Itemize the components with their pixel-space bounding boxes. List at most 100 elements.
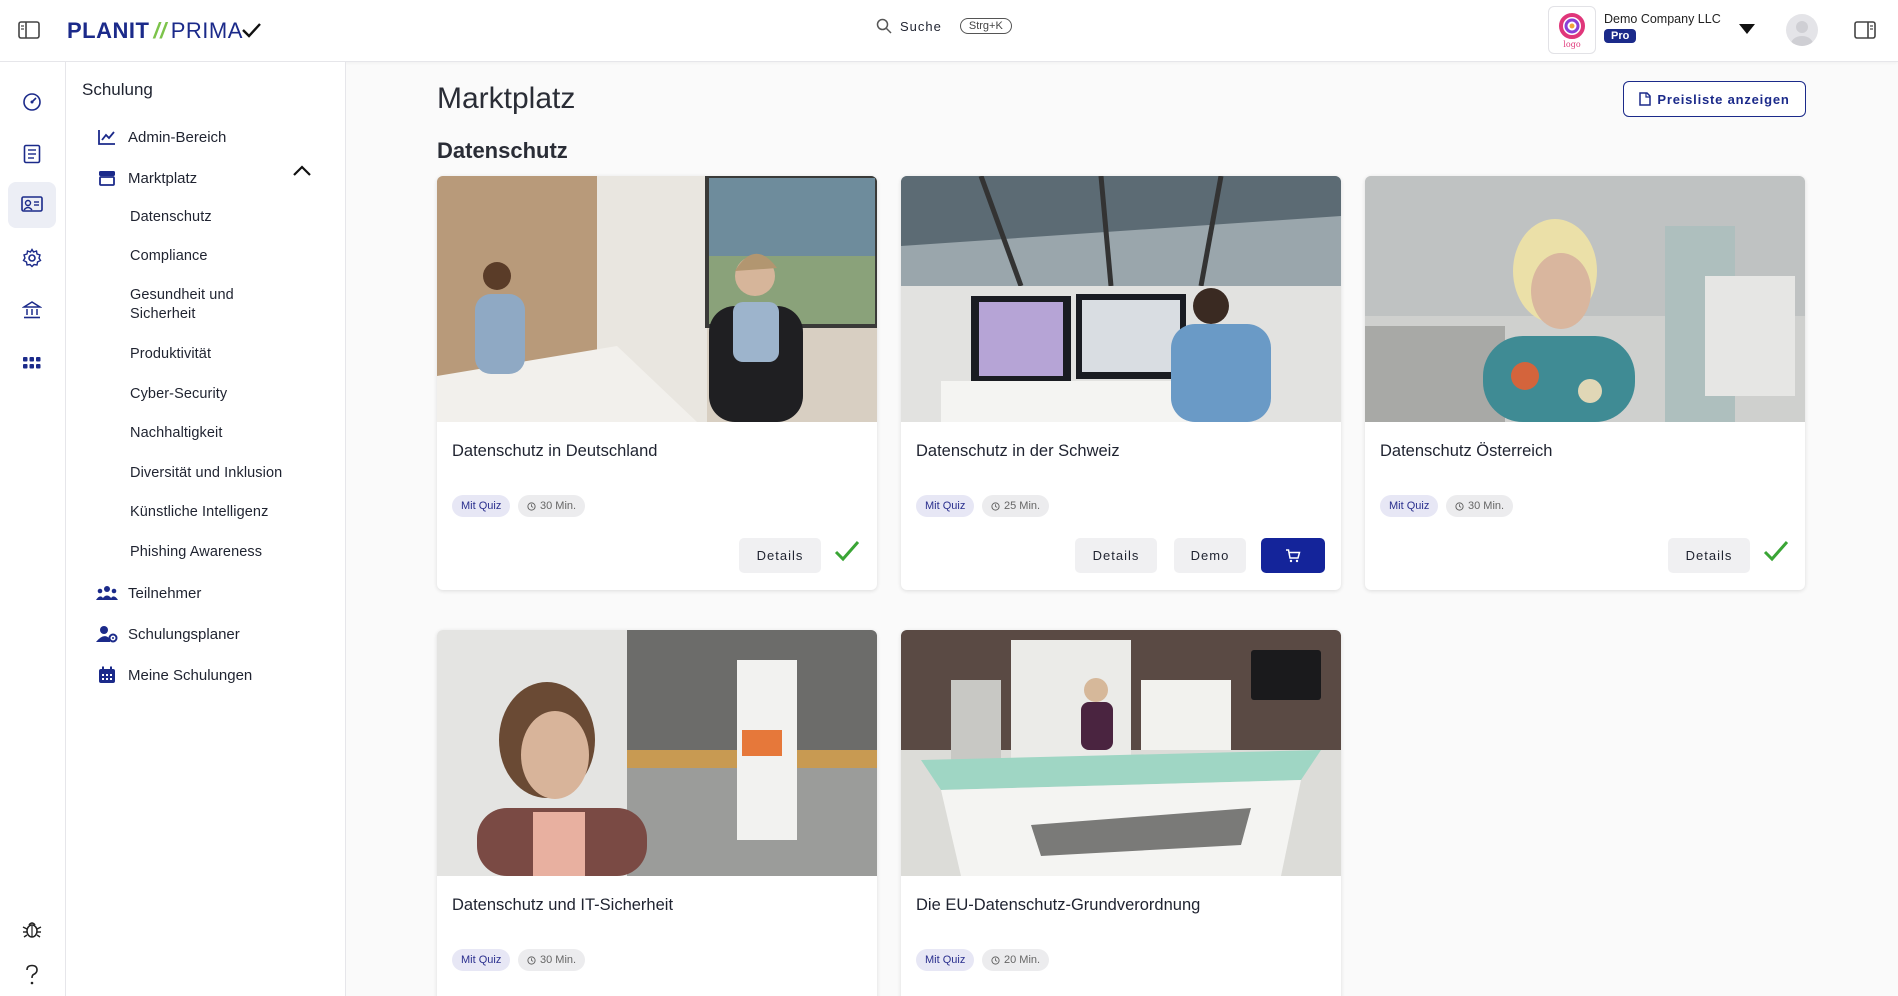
avatar[interactable] [1786,14,1818,46]
duration-text: 30 Min. [540,954,577,966]
chart-line-icon [96,126,118,148]
duration-badge: 30 Min. [518,495,586,517]
sidebar-item-admin[interactable]: Admin-Bereich [96,126,226,148]
demo-button[interactable]: Demo [1174,538,1246,573]
quiz-badge: Mit Quiz [452,949,511,971]
course-card[interactable]: Datenschutz in Deutschland Mit Quiz 30 M… [437,176,877,590]
store-icon [96,167,118,189]
chevron-up-icon[interactable] [292,164,312,182]
cart-icon [1286,548,1301,562]
bug-icon[interactable] [8,906,56,952]
duration-text: 30 Min. [1468,500,1505,512]
page-title: Marktplatz [437,82,576,115]
user-gear-icon [96,623,118,645]
course-image [901,176,1341,422]
company-logo: logo [1548,6,1596,54]
course-card[interactable]: Datenschutz Österreich Mit Quiz 30 Min. … [1365,176,1805,590]
details-button[interactable]: Details [739,538,821,573]
document-icon [1639,92,1652,106]
users-icon [96,582,118,604]
sidebar-subitem-health-safety[interactable]: Gesundheit und Sicherheit [130,286,270,324]
sidebar-subitem-ai[interactable]: Künstliche Intelligenz [130,503,330,522]
clock-icon [991,501,1000,511]
details-button[interactable]: Details [1075,538,1157,573]
institution-icon[interactable] [8,287,56,333]
sidebar-item-label: Meine Schulungen [128,666,253,684]
sidebar-item-label: Teilnehmer [128,584,202,602]
training-icon[interactable] [8,182,56,228]
company-name: Demo Company LLC [1604,12,1721,26]
details-button[interactable]: Details [1668,538,1750,573]
search-icon [876,18,892,34]
sidebar-subitem-datenschutz[interactable]: Datenschutz [130,208,330,227]
clock-icon [527,955,536,965]
help-icon[interactable] [8,952,56,996]
sidebar-item-label: Schulungsplaner [128,625,240,643]
brand-slash: // [153,18,167,43]
clock-icon [991,955,1000,965]
sidebar-subitem-cyber-security[interactable]: Cyber-Security [130,385,330,404]
course-image [437,176,877,422]
sidebar-item-planner[interactable]: Schulungsplaner [96,623,240,645]
brand-part1: PLANIT [67,18,150,43]
check-icon [238,17,264,43]
search-label: Suche [900,18,942,34]
company-switcher[interactable]: Demo Company LLC Pro [1604,12,1721,44]
course-card[interactable]: Datenschutz und IT-Sicherheit Mit Quiz 3… [437,630,877,996]
sidebar-title: Schulung [82,80,153,99]
duration-badge: 25 Min. [982,495,1050,517]
sidebar-item-label: Marktplatz [128,169,198,187]
search-bar[interactable]: Suche Strg+K [876,18,1012,34]
course-card[interactable]: Die EU-Datenschutz-Grundverordnung Mit Q… [901,630,1341,996]
search-shortcut-badge: Strg+K [959,18,1012,34]
quiz-badge: Mit Quiz [916,495,975,517]
quiz-badge: Mit Quiz [916,949,975,971]
sidebar-subitem-productivity[interactable]: Produktivität [130,345,330,364]
section-title: Datenschutz [437,138,568,163]
sidebar: Schulung Admin-Bereich Marktplatz Datens… [66,62,346,996]
clock-icon [527,501,536,511]
sidebar-subitem-phishing[interactable]: Phishing Awareness [130,543,330,562]
sidebar-toggle-icon[interactable] [14,18,44,42]
calendar-icon [96,664,118,686]
duration-badge: 20 Min. [982,949,1050,971]
course-card[interactable]: Datenschutz in der Schweiz Mit Quiz 25 M… [901,176,1341,590]
icon-rail [0,62,66,996]
price-list-label: Preisliste anzeigen [1657,91,1790,107]
sidebar-subitem-compliance[interactable]: Compliance [130,247,330,266]
sidebar-item-marketplace[interactable]: Marktplatz [96,167,197,189]
sidebar-item-my-trainings[interactable]: Meine Schulungen [96,664,252,686]
course-image [901,630,1341,876]
panel-toggle-icon[interactable] [1850,18,1880,42]
course-image [1365,176,1805,422]
price-list-button[interactable]: Preisliste anzeigen [1623,81,1806,117]
course-title: Datenschutz in Deutschland [452,442,658,460]
course-title: Datenschutz und IT-Sicherheit [452,896,674,914]
svg-text:logo: logo [1563,40,1580,49]
clock-icon [1455,501,1464,511]
course-image [437,630,877,876]
plan-badge: Pro [1604,29,1637,43]
quiz-badge: Mit Quiz [1380,495,1439,517]
gear-icon[interactable] [8,235,56,281]
duration-badge: 30 Min. [518,949,586,971]
dashboard-icon[interactable] [8,79,56,125]
main-content: Marktplatz Preisliste anzeigen Datenschu… [346,62,1898,996]
duration-text: 20 Min. [1004,954,1041,966]
apps-icon[interactable] [8,340,56,386]
sidebar-subitem-diversity[interactable]: Diversität und Inklusion [130,464,330,483]
chevron-down-icon[interactable] [1738,22,1756,40]
check-icon [834,541,860,562]
course-title: Datenschutz in der Schweiz [916,442,1120,460]
add-to-cart-button[interactable] [1261,538,1325,573]
duration-text: 25 Min. [1004,500,1041,512]
document-icon[interactable] [8,131,56,177]
check-icon [1763,541,1789,562]
top-bar: PLANIT // PRIMA Suche Strg+K logo Demo C… [0,0,1898,62]
quiz-badge: Mit Quiz [452,495,511,517]
sidebar-subitem-sustainability[interactable]: Nachhaltigkeit [130,424,330,443]
brand-part2: PRIMA [170,18,243,43]
sidebar-item-participants[interactable]: Teilnehmer [96,582,201,604]
course-title: Datenschutz Österreich [1380,442,1553,460]
brand-logo[interactable]: PLANIT // PRIMA [67,18,243,44]
